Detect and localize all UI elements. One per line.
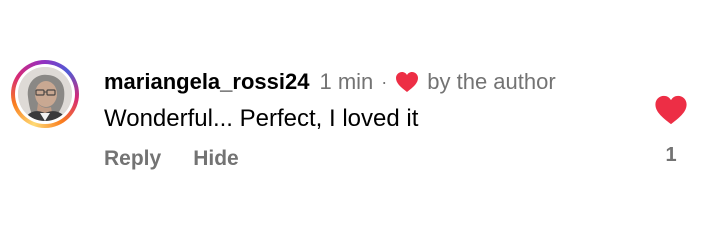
hide-button[interactable]: Hide xyxy=(193,147,239,171)
comment-actions: Reply Hide xyxy=(104,147,239,171)
avatar-ring-gap xyxy=(15,64,75,124)
like-count[interactable]: 1 xyxy=(654,144,688,167)
avatar-photo xyxy=(18,67,72,121)
heart-icon xyxy=(655,95,687,125)
heart-icon xyxy=(395,71,419,93)
like-button[interactable] xyxy=(654,94,688,126)
comment-meta: mariangela_rossi24 1 min · by the author xyxy=(104,68,556,96)
comment-time: 1 min xyxy=(319,69,374,94)
avatar-image xyxy=(18,67,72,121)
meta-separator: · xyxy=(381,71,388,92)
liked-by-author-label: by the author xyxy=(427,69,556,94)
username[interactable]: mariangela_rossi24 xyxy=(104,69,309,95)
comment-text: Wonderful... Perfect, I loved it xyxy=(104,105,419,132)
avatar[interactable] xyxy=(11,60,79,128)
reply-button[interactable]: Reply xyxy=(104,147,161,171)
